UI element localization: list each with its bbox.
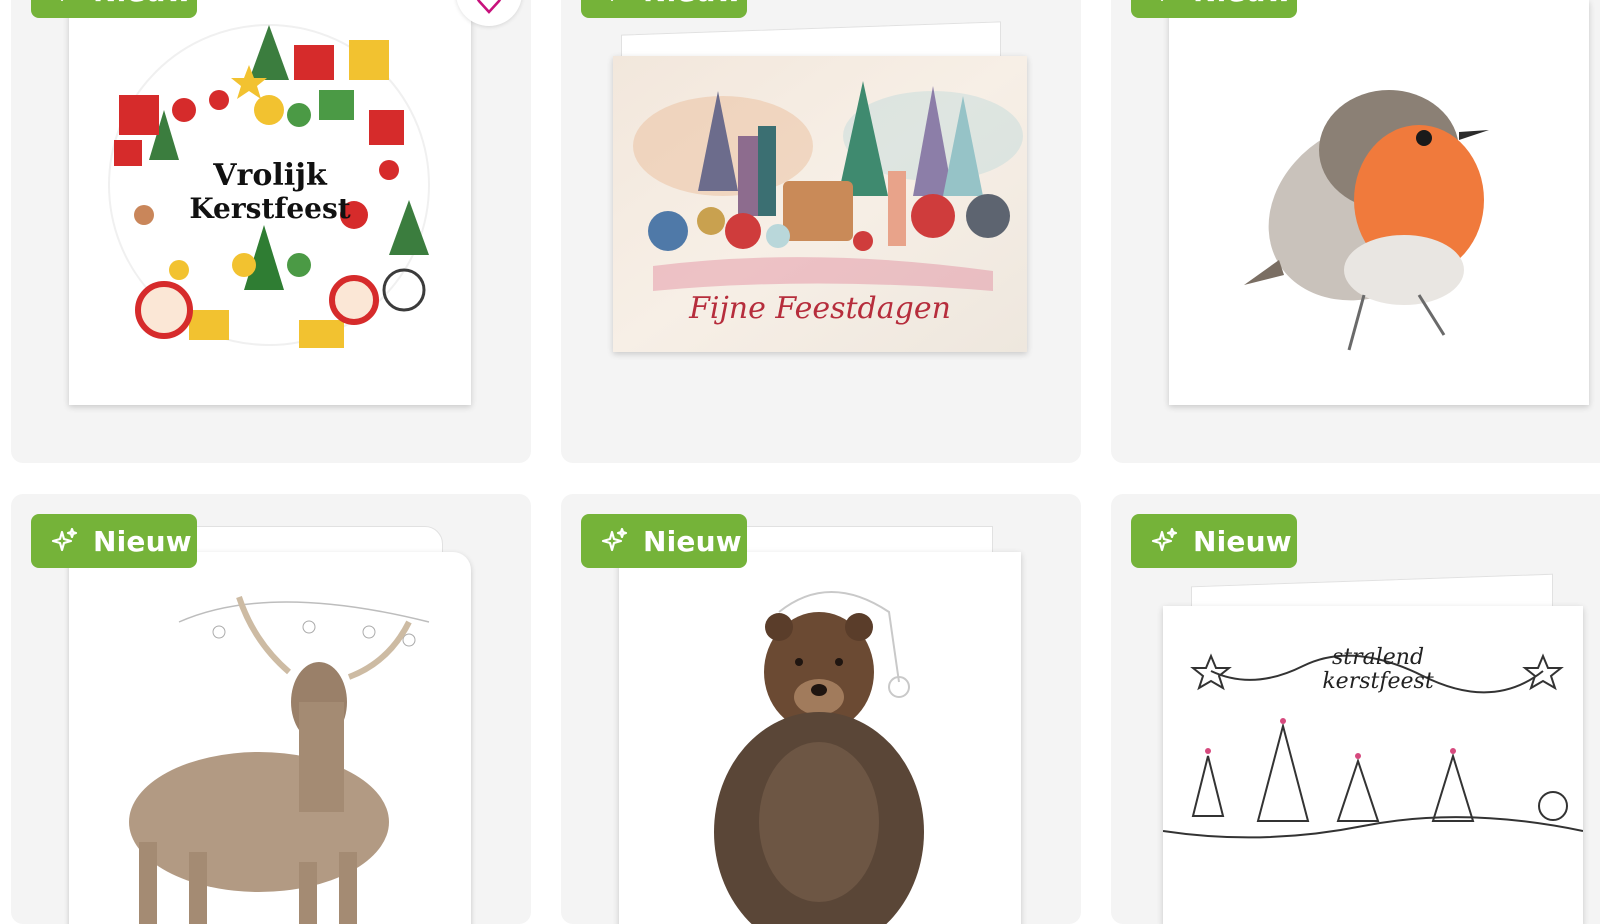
- card-greeting-line1: Vrolijk: [212, 158, 328, 193]
- badge-label: Nieuw: [93, 0, 192, 8]
- product-tile[interactable]: Nieuw stralend kerstfeest: [1111, 494, 1600, 924]
- deer-illustration: [129, 596, 430, 924]
- card-image: [69, 552, 471, 924]
- card-image: Fijne Feestdagen: [613, 56, 1027, 352]
- new-badge: Nieuw: [31, 514, 197, 568]
- sparkle-icon: [601, 527, 628, 552]
- product-tile[interactable]: Nieuw: [11, 494, 531, 924]
- product-tile[interactable]: Nieuw: [561, 0, 1081, 463]
- badge-label: Nieuw: [93, 524, 192, 558]
- robin-illustration: [1244, 90, 1489, 351]
- sparkle-icon: [610, 0, 614, 2]
- card-image: Vrolijk Kerstfeest: [69, 0, 471, 405]
- card-image: stralend kerstfeest: [1163, 606, 1583, 924]
- badge-label: Nieuw: [1193, 524, 1292, 558]
- product-tile[interactable]: Nieuw: [1111, 0, 1600, 463]
- product-tile[interactable]: Nieuw: [561, 494, 1081, 924]
- card-greeting-line2: kerstfeest: [1322, 669, 1433, 694]
- new-badge: Nieuw: [31, 0, 197, 18]
- heart-icon: [476, 0, 502, 14]
- new-badge: Nieuw: [1131, 514, 1297, 568]
- new-badge: Nieuw: [1131, 0, 1297, 18]
- sparkle-icon: [60, 0, 64, 2]
- card-image: [1169, 0, 1589, 405]
- new-badge: Nieuw: [581, 0, 747, 18]
- card-greeting: Fijne Feestdagen: [688, 291, 951, 326]
- card-greeting-line2: Kerstfeest: [189, 192, 350, 225]
- sparkle-icon: [51, 527, 78, 552]
- sparkle-icon: [1160, 0, 1164, 2]
- sparkle-icon: [1151, 527, 1178, 552]
- badge-label: Nieuw: [643, 0, 742, 8]
- new-badge: Nieuw: [581, 514, 747, 568]
- card-image: [619, 552, 1021, 924]
- badge-label: Nieuw: [1193, 0, 1292, 8]
- badge-label: Nieuw: [643, 524, 742, 558]
- bear-illustration: [714, 591, 924, 924]
- card-greeting-line1: stralend: [1332, 645, 1424, 670]
- product-tile[interactable]: Nieuw: [11, 0, 531, 463]
